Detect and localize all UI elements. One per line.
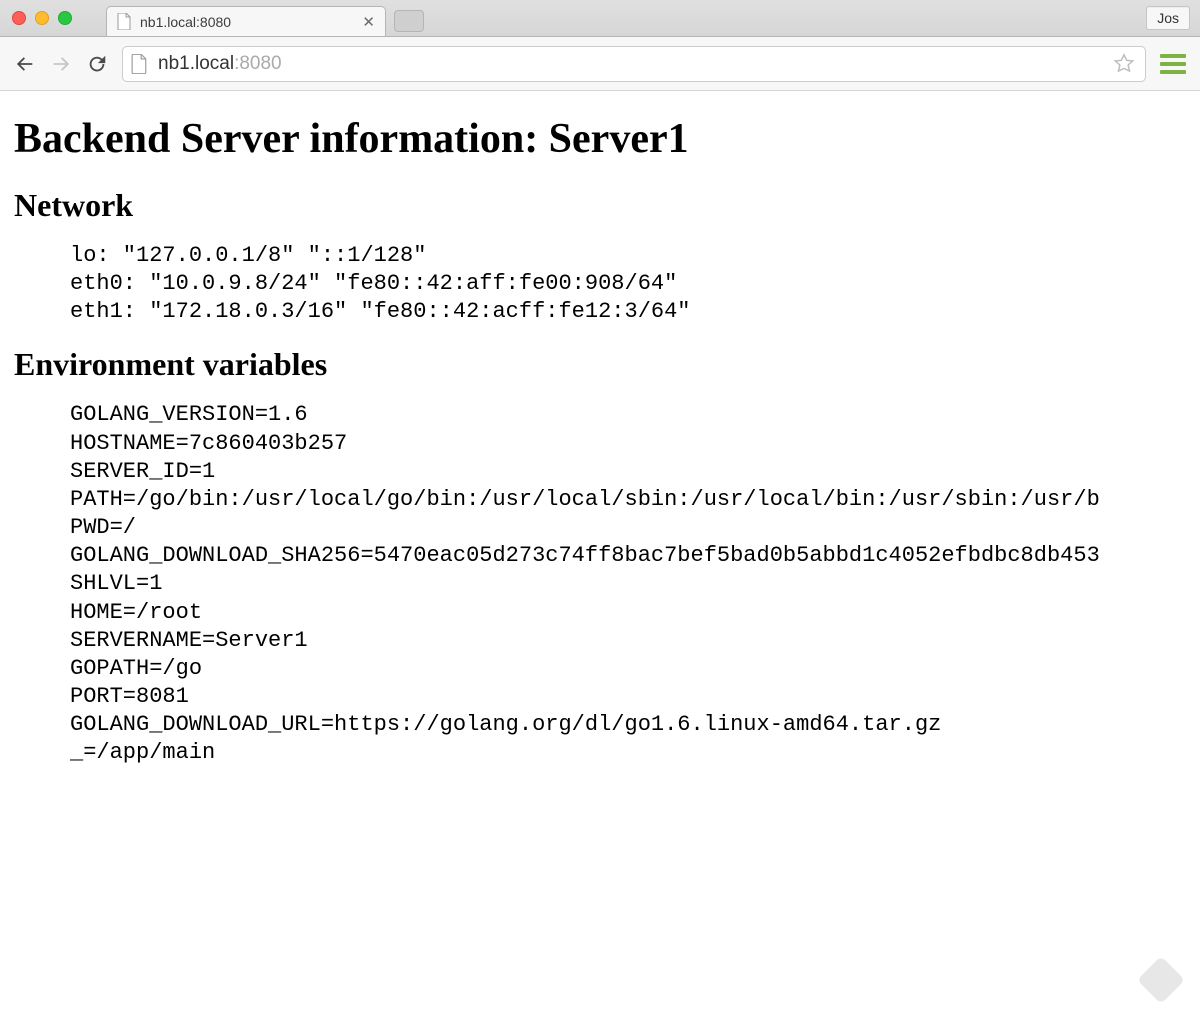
address-bar[interactable]: nb1.local:8080 <box>122 46 1146 82</box>
network-heading: Network <box>14 187 1186 224</box>
browser-tab[interactable]: nb1.local:8080 ✕ <box>106 6 386 36</box>
env-block: GOLANG_VERSION=1.6 HOSTNAME=7c860403b257… <box>70 401 1186 767</box>
env-heading: Environment variables <box>14 346 1186 383</box>
toolbar: nb1.local:8080 <box>0 37 1200 91</box>
page-content: Backend Server information: Server1 Netw… <box>0 91 1200 802</box>
profile-button[interactable]: Jos <box>1146 6 1190 30</box>
zoom-window-button[interactable] <box>58 11 72 25</box>
window-controls <box>12 11 72 25</box>
tab-strip: nb1.local:8080 ✕ Jos <box>0 0 1200 37</box>
page-title: Backend Server information: Server1 <box>14 115 1186 163</box>
url-host: nb1.local <box>158 53 234 74</box>
profile-button-label: Jos <box>1157 10 1179 26</box>
watermark-icon <box>1137 956 1185 1004</box>
reload-button[interactable] <box>86 53 108 75</box>
forward-button[interactable] <box>50 53 72 75</box>
tab-title: nb1.local:8080 <box>140 14 231 30</box>
file-icon <box>117 13 132 30</box>
close-tab-icon[interactable]: ✕ <box>362 13 375 31</box>
bookmark-star-icon[interactable] <box>1113 53 1135 75</box>
minimize-window-button[interactable] <box>35 11 49 25</box>
close-window-button[interactable] <box>12 11 26 25</box>
back-button[interactable] <box>14 53 36 75</box>
url-text: nb1.local:8080 <box>158 53 282 75</box>
new-tab-button[interactable] <box>394 10 424 32</box>
page-icon <box>131 54 148 74</box>
menu-button[interactable] <box>1160 54 1186 74</box>
network-block: lo: "127.0.0.1/8" "::1/128" eth0: "10.0.… <box>70 242 1186 326</box>
url-port: :8080 <box>234 53 282 74</box>
